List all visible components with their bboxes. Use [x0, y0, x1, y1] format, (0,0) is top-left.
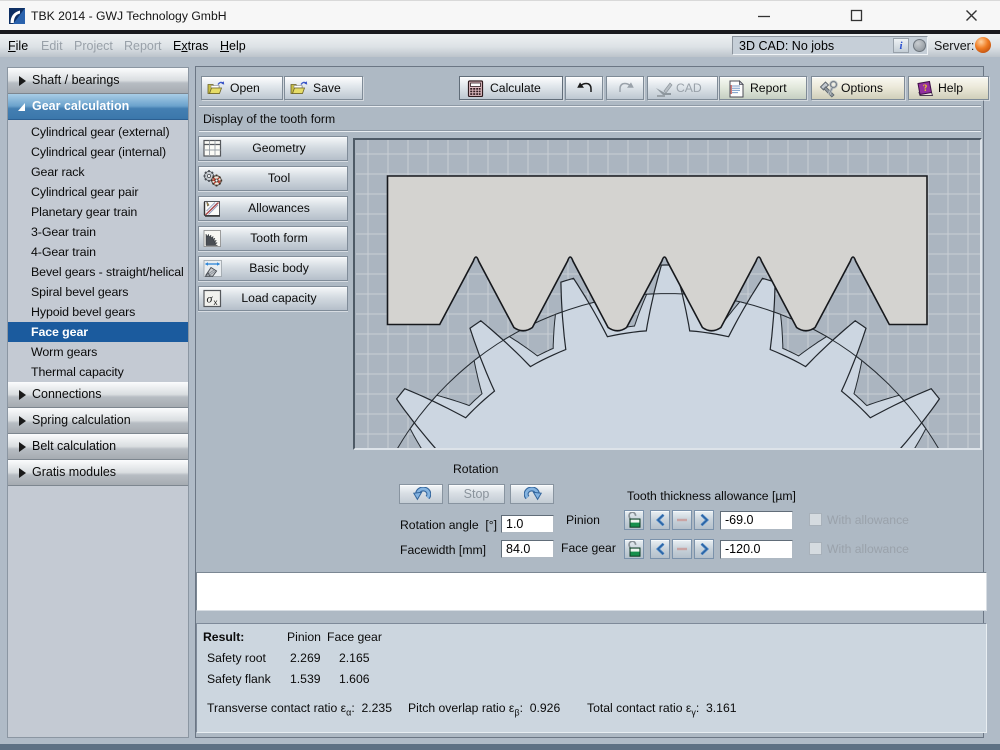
svg-text:x: x — [214, 298, 218, 307]
